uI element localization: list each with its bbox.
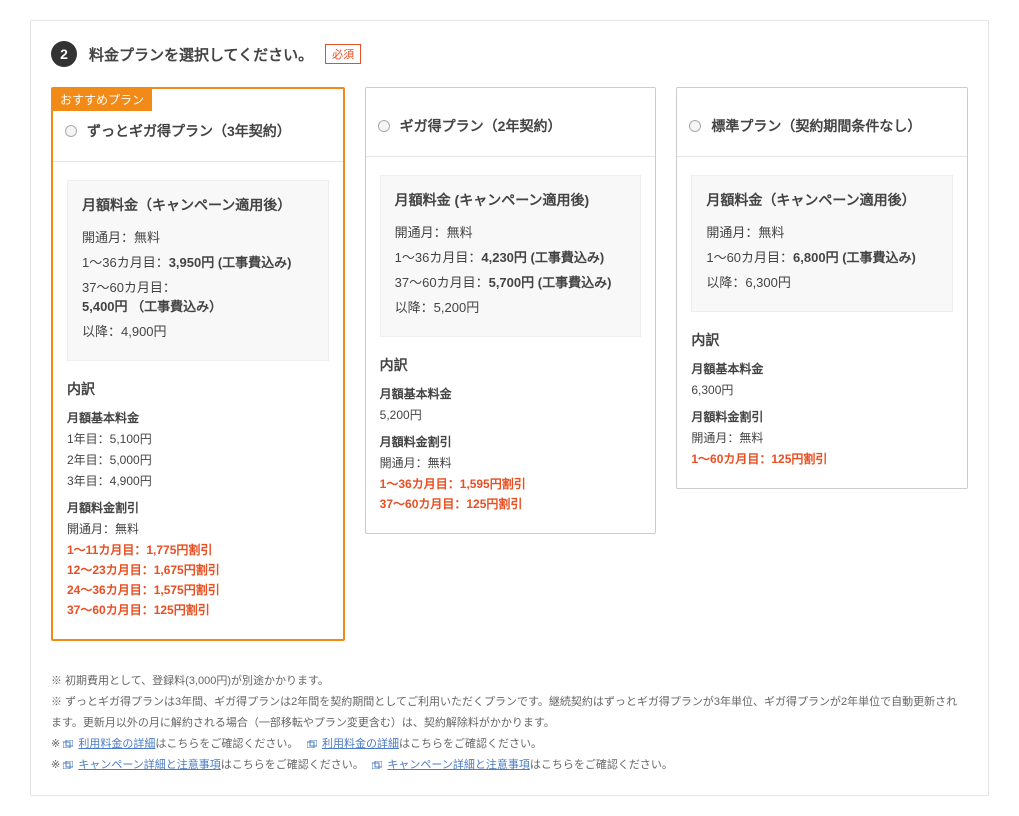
recommend-tag: おすすめプラン <box>52 88 152 111</box>
price-box: 月額料金 (キャンペーン適用後) 開通月：無料 1～36カ月目：4,230円 (… <box>380 175 642 337</box>
basic-line: 3年目：4,900円 <box>67 472 329 489</box>
plan-body: 月額料金（キャンペーン適用後） 開通月：無料 1～60カ月目：6,800円 (工… <box>677 157 967 488</box>
price-box-title: 月額料金（キャンペーン適用後） <box>82 195 314 215</box>
price-line: 37～60カ月目：5,700円 (工事費込み) <box>395 272 627 291</box>
external-link-icon <box>307 740 317 748</box>
plan-header[interactable]: ギガ得プラン（2年契約） <box>366 88 656 157</box>
breakdown-title: 内訳 <box>691 330 953 350</box>
discount-line: 1～11カ月目：1,775円割引 <box>67 541 329 558</box>
plan-name: ずっとギガ得プラン（3年契約） <box>87 121 291 141</box>
note-line: ※ 利用料金の詳細はこちらをご確認ください。 利用料金の詳細はこちらをご確認くだ… <box>51 734 968 755</box>
basic-fee-title: 月額基本料金 <box>67 409 329 426</box>
price-line: 開通月：無料 <box>706 222 938 241</box>
discount-line: 1～36カ月目：1,595円割引 <box>380 475 642 492</box>
basic-line: 2年目：5,000円 <box>67 451 329 468</box>
discount-line: 37～60カ月目：125円割引 <box>380 495 642 512</box>
price-line: 37～60カ月目：5,400円 （工事費込み） <box>82 277 314 315</box>
plan-selection-panel: 2 料金プランを選択してください。 必須 おすすめプラン ずっとギガ得プラン（3… <box>30 20 989 796</box>
basic-line: 5,200円 <box>380 406 642 423</box>
discount-title: 月額料金割引 <box>691 408 953 425</box>
price-line: 1～60カ月目：6,800円 (工事費込み) <box>706 247 938 266</box>
plans-row: おすすめプラン ずっとギガ得プラン（3年契約） 月額料金（キャンペーン適用後） … <box>51 87 968 641</box>
fee-details-link[interactable]: 利用料金の詳細 <box>78 738 155 750</box>
plan-header[interactable]: 標準プラン（契約期間条件なし） <box>677 88 967 157</box>
price-line: 開通月：無料 <box>395 222 627 241</box>
discount-title: 月額料金割引 <box>380 433 642 450</box>
price-box-title: 月額料金（キャンペーン適用後） <box>706 190 938 210</box>
plan-radio[interactable] <box>378 120 390 132</box>
basic-fee-title: 月額基本料金 <box>691 360 953 377</box>
basic-line: 1年目：5,100円 <box>67 430 329 447</box>
plan-name: ギガ得プラン（2年契約） <box>400 116 562 136</box>
discount-line: 37～60カ月目：125円割引 <box>67 601 329 618</box>
plan-radio[interactable] <box>65 125 77 137</box>
discount-line: 12～23カ月目：1,675円割引 <box>67 561 329 578</box>
basic-fee-title: 月額基本料金 <box>380 385 642 402</box>
discount-free-line: 開通月：無料 <box>691 429 953 446</box>
notes-section: ※ 初期費用として、登録料(3,000円)が別途かかります。 ※ ずっとギガ得プ… <box>51 671 968 775</box>
price-box: 月額料金（キャンペーン適用後） 開通月：無料 1～60カ月目：6,800円 (工… <box>691 175 953 312</box>
price-line: 以降：4,900円 <box>82 321 314 340</box>
plan-card-gigatoku[interactable]: ギガ得プラン（2年契約） 月額料金 (キャンペーン適用後) 開通月：無料 1～3… <box>365 87 657 534</box>
basic-line: 6,300円 <box>691 381 953 398</box>
breakdown-title: 内訳 <box>380 355 642 375</box>
breakdown-title: 内訳 <box>67 379 329 399</box>
price-box-title: 月額料金 (キャンペーン適用後) <box>395 190 627 210</box>
discount-line: 1～60カ月目：125円割引 <box>691 450 953 467</box>
plan-name: 標準プラン（契約期間条件なし） <box>711 116 921 136</box>
note-line: ※ 初期費用として、登録料(3,000円)が別途かかります。 <box>51 671 968 692</box>
step-header: 2 料金プランを選択してください。 必須 <box>51 41 968 67</box>
price-line: 1～36カ月目：4,230円 (工事費込み) <box>395 247 627 266</box>
step-number-badge: 2 <box>51 41 77 67</box>
external-link-icon <box>63 740 73 748</box>
price-line: 1～36カ月目：3,950円 (工事費込み) <box>82 252 314 271</box>
step-title: 料金プランを選択してください。 <box>89 44 313 65</box>
note-line: ※ ずっとギガ得プランは3年間、ギガ得プランは2年間を契約期間としてご利用いただ… <box>51 692 968 734</box>
required-badge: 必須 <box>325 44 361 64</box>
campaign-details-link[interactable]: キャンペーン詳細と注意事項 <box>78 759 220 771</box>
plan-card-standard[interactable]: 標準プラン（契約期間条件なし） 月額料金（キャンペーン適用後） 開通月：無料 1… <box>676 87 968 489</box>
external-link-icon <box>372 761 382 769</box>
discount-title: 月額料金割引 <box>67 499 329 516</box>
price-box: 月額料金（キャンペーン適用後） 開通月：無料 1～36カ月目：3,950円 (工… <box>67 180 329 361</box>
discount-free-line: 開通月：無料 <box>67 520 329 537</box>
discount-line: 24～36カ月目：1,575円割引 <box>67 581 329 598</box>
plan-card-zutto-gigatoku[interactable]: おすすめプラン ずっとギガ得プラン（3年契約） 月額料金（キャンペーン適用後） … <box>51 87 345 641</box>
campaign-details-link[interactable]: キャンペーン詳細と注意事項 <box>387 759 529 771</box>
plan-body: 月額料金（キャンペーン適用後） 開通月：無料 1～36カ月目：3,950円 (工… <box>53 162 343 639</box>
plan-body: 月額料金 (キャンペーン適用後) 開通月：無料 1～36カ月目：4,230円 (… <box>366 157 656 533</box>
price-line: 以降：6,300円 <box>706 272 938 291</box>
price-line: 以降：5,200円 <box>395 297 627 316</box>
price-line: 開通月：無料 <box>82 227 314 246</box>
external-link-icon <box>63 761 73 769</box>
discount-free-line: 開通月：無料 <box>380 454 642 471</box>
plan-radio[interactable] <box>689 120 701 132</box>
fee-details-link[interactable]: 利用料金の詳細 <box>322 738 399 750</box>
